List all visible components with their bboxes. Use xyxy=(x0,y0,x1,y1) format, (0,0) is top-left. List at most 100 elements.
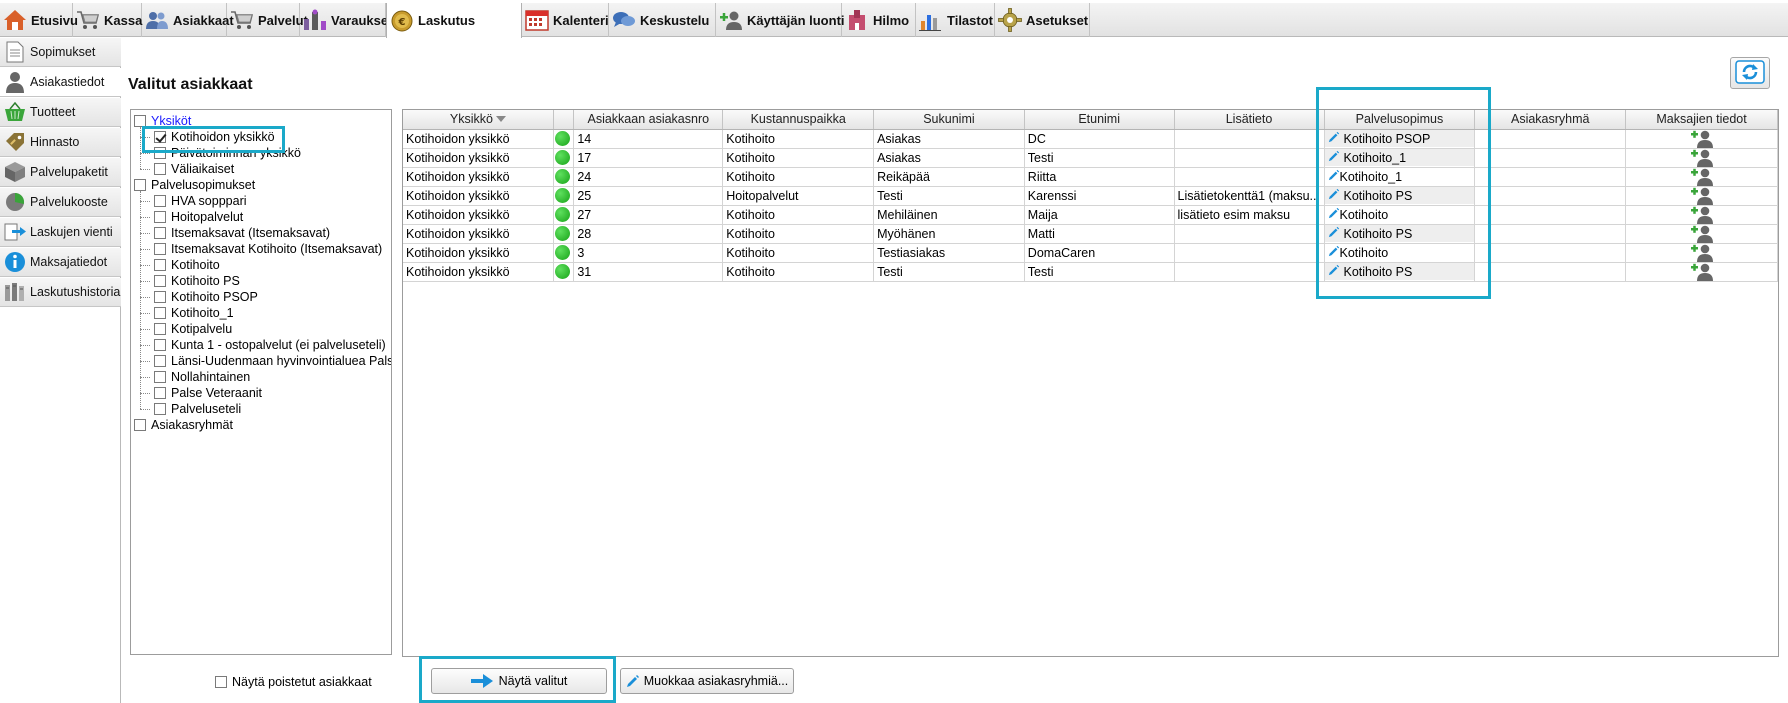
table-row[interactable]: Kotihoidon yksikkö 14 Kotihoito Asiakas DC Ko… xyxy=(403,129,1778,149)
sidebar-item-laskujen-vienti[interactable]: Laskujen vienti xyxy=(0,218,121,247)
table-row[interactable]: Kotihoidon yksikkö 27 Kotihoito Mehiläinen M… xyxy=(403,205,1778,225)
edit-groups-button[interactable]: Muokkaa asiakasryhmiä... xyxy=(620,668,794,694)
tree-item[interactable]: Väliaikaiset xyxy=(154,161,234,177)
cell-payer-info[interactable] xyxy=(1625,167,1778,187)
tree-item-checkbox[interactable] xyxy=(154,259,166,271)
cell-payer-info[interactable] xyxy=(1625,224,1778,244)
tree-group[interactable]: Palvelusopimukset xyxy=(134,177,255,193)
tree-item[interactable]: Kotihoito PS xyxy=(154,273,240,289)
tree-item-checkbox[interactable] xyxy=(154,387,166,399)
table-row[interactable]: Kotihoidon yksikkö 25 Hoitopalvelut Testi Ka… xyxy=(403,186,1778,206)
column-header[interactable]: Etunimi xyxy=(1024,110,1175,130)
tree-item[interactable]: Kunta 1 - ostopalvelut (ei palveluseteli… xyxy=(154,337,386,353)
tree-group[interactable]: Asiakasryhmät xyxy=(134,417,233,433)
tree-item[interactable]: Kotihoito PSOP xyxy=(154,289,258,305)
payer-info-icon[interactable] xyxy=(1629,130,1774,147)
tree-item-checkbox[interactable] xyxy=(154,211,166,223)
payer-info-icon[interactable] xyxy=(1629,225,1774,242)
sidebar-item-palvelukooste[interactable]: Palvelukooste xyxy=(0,188,121,217)
tab-etusivu[interactable]: Etusivu xyxy=(0,3,78,37)
tree-item[interactable]: Länsi-Uudenmaan hyvinvointialuea Palse xyxy=(154,353,391,369)
cell-service-contract[interactable]: Kotihoito PSOP xyxy=(1324,129,1476,149)
refresh-button[interactable] xyxy=(1730,57,1770,89)
table-row[interactable]: Kotihoidon yksikkö 17 Kotihoito Asiakas Test… xyxy=(403,148,1778,168)
service-contract-edit[interactable]: Kotihoito_1 xyxy=(1324,149,1474,166)
tree-item-checkbox[interactable] xyxy=(154,403,166,415)
tree-item[interactable]: Itsemaksavat Kotihoito (Itsemaksavat) xyxy=(154,241,382,257)
service-contract-edit[interactable]: Kotihoito xyxy=(1328,245,1472,260)
show-deleted-checkbox[interactable] xyxy=(215,676,227,688)
column-header[interactable]: Lisätieto xyxy=(1174,110,1325,130)
tree-item[interactable]: Kotihoito_1 xyxy=(154,305,234,321)
column-header[interactable]: Palvelusopimus xyxy=(1324,110,1476,130)
tree-item-checkbox[interactable] xyxy=(154,291,166,303)
tree-item-checkbox[interactable] xyxy=(154,371,166,383)
tree-group-checkbox[interactable] xyxy=(134,419,146,431)
tree-item-checkbox[interactable] xyxy=(154,339,166,351)
tree-item-checkbox[interactable] xyxy=(154,275,166,287)
tab-kassa[interactable]: Kassa xyxy=(73,3,142,37)
cell-service-contract[interactable]: Kotihoito PS xyxy=(1324,224,1476,244)
tree-item-checkbox[interactable] xyxy=(154,323,166,335)
sidebar-item-hinnasto[interactable]: Hinnasto xyxy=(0,128,121,157)
column-header[interactable]: Kustannuspaikka xyxy=(722,110,875,130)
service-contract-edit[interactable]: Kotihoito PSOP xyxy=(1324,130,1474,147)
cell-service-contract[interactable]: Kotihoito PS xyxy=(1324,186,1476,206)
show-selected-button[interactable]: Näytä valitut xyxy=(431,668,607,694)
table-row[interactable]: Kotihoidon yksikkö 3 Kotihoito Testiasiakas… xyxy=(403,243,1778,263)
tab-keskustelu[interactable]: Keskustelu xyxy=(609,3,716,37)
cell-payer-info[interactable] xyxy=(1625,148,1778,168)
column-header[interactable]: Yksikkö xyxy=(403,110,555,130)
cell-service-contract[interactable]: Kotihoito PS xyxy=(1324,262,1476,282)
tab-kalenteri[interactable]: Kalenteri xyxy=(522,3,609,37)
table-row[interactable]: Kotihoidon yksikkö 31 Kotihoito Testi Testi K… xyxy=(403,262,1778,282)
payer-info-icon[interactable] xyxy=(1629,149,1774,166)
cell-service-contract[interactable]: Kotihoito xyxy=(1324,243,1476,263)
tab-asetukset[interactable]: Asetukset xyxy=(995,3,1090,37)
tab-tilastot[interactable]: Tilastot xyxy=(916,3,995,37)
service-contract-edit[interactable]: Kotihoito xyxy=(1328,207,1472,222)
cell-payer-info[interactable] xyxy=(1625,262,1778,282)
sidebar-item-laskutushistoria[interactable]: Laskutushistoria xyxy=(0,278,121,307)
tree-item-checkbox[interactable] xyxy=(154,227,166,239)
sidebar-item-sopimukset[interactable]: Sopimukset xyxy=(0,38,121,67)
service-contract-edit[interactable]: Kotihoito PS xyxy=(1324,187,1474,204)
cell-payer-info[interactable] xyxy=(1625,205,1778,225)
tree-item[interactable]: Kotipalvelu xyxy=(154,321,232,337)
service-contract-edit[interactable]: Kotihoito_1 xyxy=(1328,169,1472,184)
column-header[interactable]: Asiakasryhmä xyxy=(1474,110,1627,130)
column-header[interactable]: Sukunimi xyxy=(873,110,1025,130)
tree-item[interactable]: Nollahintainen xyxy=(154,369,250,385)
tab-varaukset[interactable]: Varaukset xyxy=(300,3,392,37)
payer-info-icon[interactable] xyxy=(1629,168,1774,185)
table-row[interactable]: Kotihoidon yksikkö 28 Kotihoito Myöhänen Mat… xyxy=(403,224,1778,244)
show-deleted-toggle[interactable]: Näytä poistetut asiakkaat xyxy=(215,675,372,689)
tree-item[interactable]: Hoitopalvelut xyxy=(154,209,243,225)
sidebar-item-asiakastiedot[interactable]: Asiakastiedot xyxy=(0,68,121,97)
tree-item[interactable]: Itsemaksavat (Itsemaksavat) xyxy=(154,225,330,241)
cell-service-contract[interactable]: Kotihoito_1 xyxy=(1324,148,1476,168)
payer-info-icon[interactable] xyxy=(1629,206,1774,223)
cell-payer-info[interactable] xyxy=(1625,186,1778,206)
tab-hilmo[interactable]: Hilmo xyxy=(842,3,916,37)
payer-info-icon[interactable] xyxy=(1629,187,1774,204)
service-contract-edit[interactable]: Kotihoito PS xyxy=(1324,263,1474,280)
tree-item[interactable]: Palveluseteli xyxy=(154,401,241,417)
tab-asiakkaat[interactable]: Asiakkaat xyxy=(142,3,234,37)
column-header[interactable]: Asiakkaan asiakasnro xyxy=(573,110,724,130)
cell-service-contract[interactable]: Kotihoito xyxy=(1324,205,1476,225)
cell-service-contract[interactable]: Kotihoito_1 xyxy=(1324,167,1476,187)
tree-item-checkbox[interactable] xyxy=(154,131,166,143)
tab-palvelut[interactable]: Palvelut xyxy=(227,3,308,37)
tree-item-checkbox[interactable] xyxy=(154,163,166,175)
payer-info-icon[interactable] xyxy=(1629,263,1774,280)
sidebar-item-palvelupaketit[interactable]: Palvelupaketit xyxy=(0,158,121,187)
tree-item[interactable]: HVA sopppari xyxy=(154,193,247,209)
column-header[interactable] xyxy=(553,110,575,130)
service-contract-edit[interactable]: Kotihoito PS xyxy=(1324,225,1474,242)
sidebar-item-maksajatiedot[interactable]: Maksajatiedot xyxy=(0,248,121,277)
tree-group-checkbox[interactable] xyxy=(134,115,146,127)
tree-item-checkbox[interactable] xyxy=(154,147,166,159)
tree-group[interactable]: Yksiköt xyxy=(134,113,191,129)
tree-item-checkbox[interactable] xyxy=(154,355,166,367)
